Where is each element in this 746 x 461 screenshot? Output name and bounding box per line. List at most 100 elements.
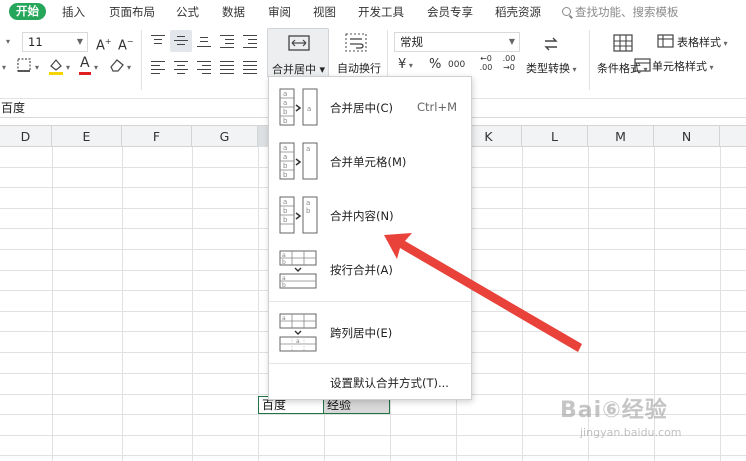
fill-color-icon[interactable] (47, 56, 65, 76)
baidu-jingyan-watermark: Bai⑥经验 jingyan.baidu.com (560, 392, 740, 452)
align-center-icon[interactable] (174, 61, 188, 75)
svg-text:a: a (282, 315, 286, 322)
border-dropdown-arrow[interactable]: ▾ (35, 63, 39, 73)
svg-text:b: b (283, 171, 288, 179)
menu-divider (269, 363, 471, 364)
tab-member[interactable]: 会员专享 (427, 4, 473, 20)
svg-text:a: a (283, 144, 287, 152)
cell-style-button[interactable]: 单元格样式 ▾ (652, 58, 714, 74)
menu-item-merge-cells[interactable]: aabb a 合并单元格(M) (269, 135, 471, 189)
svg-text:a: a (306, 145, 310, 153)
menu-item-merge-center[interactable]: aabb a 合并居中(C) Ctrl+M (269, 81, 471, 135)
border-icon[interactable] (16, 57, 34, 75)
column-header-l[interactable]: L (522, 126, 588, 147)
table-style-icon[interactable] (657, 34, 675, 48)
font-size-select[interactable]: 11 ▼ (22, 32, 88, 52)
center-across-columns-icon: a a (279, 313, 317, 352)
clear-dropdown-arrow[interactable]: ▾ (127, 63, 131, 73)
svg-text:a: a (306, 199, 310, 207)
column-header-n[interactable]: N (654, 126, 720, 147)
column-header-f[interactable]: F (122, 126, 192, 147)
svg-text:b: b (283, 117, 288, 125)
tab-page-layout[interactable]: 页面布局 (109, 4, 155, 20)
number-format-value: 常规 (400, 35, 423, 49)
align-left-icon[interactable] (151, 61, 165, 75)
svg-text:b: b (283, 162, 288, 170)
svg-text:b: b (283, 216, 288, 224)
svg-text:b: b (306, 207, 311, 215)
eraser-icon[interactable] (108, 57, 126, 73)
align-bottom-icon[interactable] (197, 35, 211, 48)
formula-content[interactable]: 百度 (1, 100, 25, 117)
font-color-swatch (79, 72, 91, 75)
search-box[interactable]: 查找功能、搜索模板 (562, 4, 679, 20)
merge-dropdown-menu: aabb a 合并居中(C) Ctrl+M aabb a 合并单元格(M) ab… (268, 76, 472, 400)
column-header-d[interactable]: D (0, 126, 52, 147)
tab-formulas[interactable]: 公式 (176, 4, 199, 20)
align-middle-icon (174, 35, 188, 47)
increase-indent-icon[interactable] (243, 35, 257, 49)
remove-decimal-button[interactable]: .00 →0 (499, 54, 519, 72)
fill-color-dropdown-arrow[interactable]: ▾ (66, 63, 70, 73)
wrap-text-icon[interactable] (344, 33, 368, 53)
merge-center-button[interactable]: 合并居中 ▾ (267, 28, 329, 78)
type-convert-button[interactable]: 类型转换 ▾ (526, 60, 577, 76)
percent-button[interactable]: % (429, 57, 441, 72)
search-icon (562, 7, 571, 16)
toolbar-separator (589, 30, 590, 90)
table-style-button[interactable]: 表格样式 ▾ (677, 34, 728, 50)
tab-developer[interactable]: 开发工具 (358, 4, 404, 20)
bold-dropdown-arrow[interactable]: ▾ (2, 63, 6, 73)
align-right-icon[interactable] (197, 61, 211, 75)
column-header-e[interactable]: E (52, 126, 122, 147)
svg-text:a: a (283, 198, 287, 206)
currency-button[interactable]: ¥ ▾ (398, 57, 413, 72)
auto-wrap-label[interactable]: 自动换行 (337, 60, 381, 76)
svg-text:a: a (307, 105, 311, 113)
merge-content-icon: abb ab (279, 196, 318, 234)
menu-item-merge-content[interactable]: abb ab 合并内容(N) (269, 189, 471, 243)
decrease-font-button[interactable]: A− (118, 34, 134, 54)
merge-cells-icon (288, 35, 310, 51)
watermark-main: Bai⑥经验 (560, 398, 668, 423)
svg-text:b: b (282, 259, 286, 266)
svg-text:b: b (283, 108, 288, 116)
add-decimal-button[interactable]: ←0 .00 (476, 54, 496, 72)
menu-item-merge-by-row[interactable]: ab ab 按行合并(A) (269, 243, 471, 297)
tab-home[interactable]: 开始 (9, 3, 46, 20)
font-color-icon[interactable]: A (80, 55, 90, 71)
tab-insert[interactable]: 插入 (62, 4, 85, 20)
align-top-icon[interactable] (151, 35, 165, 47)
svg-text:b: b (282, 282, 286, 289)
menu-item-set-default-merge[interactable]: 设置默认合并方式(T)... (269, 368, 471, 396)
cell-style-icon[interactable] (634, 58, 652, 72)
toolbar-separator (141, 30, 142, 90)
svg-text:a: a (296, 338, 300, 345)
number-format-select[interactable]: 常规 ▼ (394, 32, 520, 52)
justify-icon[interactable] (220, 61, 234, 75)
tab-data[interactable]: 数据 (222, 4, 245, 20)
tab-view[interactable]: 视图 (313, 4, 336, 20)
font-size-value: 11 (28, 35, 43, 49)
type-convert-icon[interactable] (541, 34, 561, 54)
font-color-dropdown-arrow[interactable]: ▾ (94, 63, 98, 73)
distributed-align-icon[interactable] (243, 61, 257, 75)
tab-docer-resources[interactable]: 稻壳资源 (495, 4, 541, 20)
ribbon-tab-bar: 开始 插入 页面布局 公式 数据 审阅 视图 开发工具 会员专享 稻壳资源 查找… (0, 0, 746, 24)
merge-by-row-icon: ab ab (279, 250, 317, 289)
menu-item-center-across-columns[interactable]: a a 跨列居中(E) (269, 306, 471, 360)
merge-center-icon: aabb a (279, 88, 318, 126)
conditional-format-icon[interactable] (612, 33, 634, 55)
increase-font-button[interactable]: A+ (96, 34, 112, 54)
font-name-dropdown-arrow[interactable]: ▾ (6, 37, 10, 47)
column-header-g[interactable]: G (192, 126, 258, 147)
thousands-separator-button[interactable]: 000 (448, 60, 465, 70)
merge-cells-icon: aabb a (279, 142, 318, 180)
svg-text:b: b (283, 207, 288, 215)
tab-review[interactable]: 审阅 (268, 4, 291, 20)
svg-text:a: a (283, 99, 287, 107)
column-header-m[interactable]: M (588, 126, 654, 147)
chevron-down-icon: ▼ (76, 37, 83, 46)
search-placeholder: 查找功能、搜索模板 (575, 5, 679, 19)
decrease-indent-icon[interactable] (220, 35, 234, 49)
